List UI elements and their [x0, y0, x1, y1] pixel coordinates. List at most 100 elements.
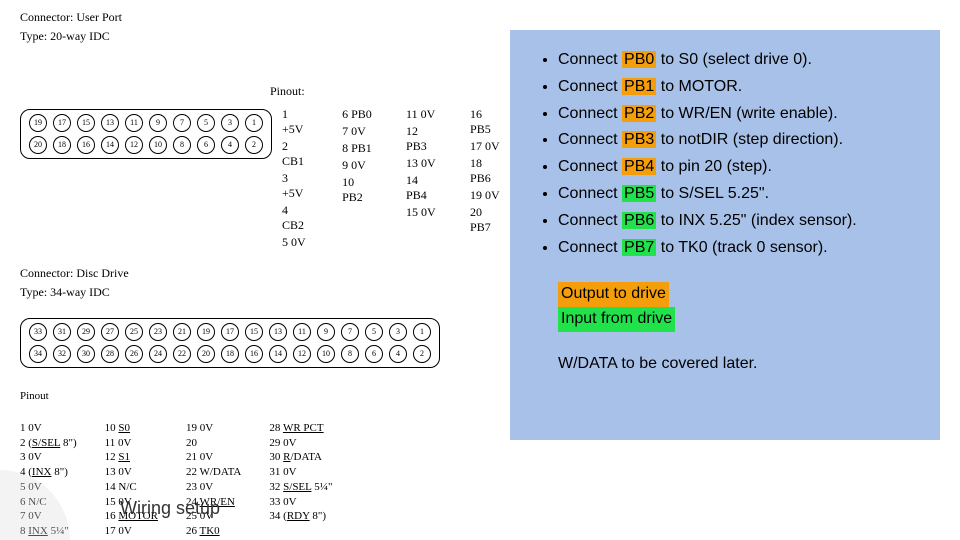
pin-entry: 9 0V [342, 158, 372, 173]
legend-output: Output to drive [558, 282, 669, 307]
user-port-connector: 191715131197531 2018161412108642 [20, 109, 272, 159]
pin-8: 8 [341, 345, 359, 363]
pin-7: 7 [173, 114, 191, 132]
pin-entry: 29 0V [269, 437, 332, 451]
pin-entry: 19 0V [470, 188, 500, 203]
pin-15: 15 [77, 114, 95, 132]
pin-entry: 32 S/SEL 5¼" [269, 481, 332, 495]
pin-entry: 21 0V [186, 451, 241, 465]
pin-12: 12 [293, 345, 311, 363]
pin-entry: 2 CB1 [282, 139, 308, 169]
pin-5: 5 [365, 323, 383, 341]
pin-col: 11 0V12 PB313 0V14 PB415 0V [406, 107, 436, 250]
pin-entry: 23 0V [186, 481, 241, 495]
legend-input: Input from drive [558, 307, 675, 332]
pin-3: 3 [221, 114, 239, 132]
pin-entry: 11 0V [105, 437, 158, 451]
pin-8: 8 [173, 136, 191, 154]
pin-entry: 30 R/DATA [269, 451, 332, 465]
pin-entry: 33 0V [269, 496, 332, 510]
pin-4: 4 [389, 345, 407, 363]
wiring-item: Connect PB3 to notDIR (step direction). [558, 128, 916, 153]
wiring-item: Connect PB0 to S0 (select drive 0). [558, 48, 916, 73]
pin-28: 28 [101, 345, 119, 363]
pin-entry: 8 PB1 [342, 141, 372, 156]
pin-17: 17 [221, 323, 239, 341]
pin-13: 13 [101, 114, 119, 132]
signal-highlight: PB0 [622, 51, 656, 68]
pin-2: 2 [413, 345, 431, 363]
wiring-list: Connect PB0 to S0 (select drive 0). Conne… [558, 48, 916, 260]
pin-14: 14 [269, 345, 287, 363]
pin-18: 18 [221, 345, 239, 363]
pin-entry: 34 (RDY 8") [269, 510, 332, 524]
pin-entry: 6 PB0 [342, 107, 372, 122]
pin-9: 9 [149, 114, 167, 132]
pin-entry: 16 PB5 [470, 107, 500, 137]
pin-entry: 1 0V [20, 422, 77, 436]
signal-highlight: PB6 [622, 212, 656, 229]
pin-entry: 18 PB6 [470, 156, 500, 186]
wiring-item: Connect PB6 to INX 5.25" (index sensor). [558, 209, 916, 234]
user-port-title-2: Type: 20-way IDC [20, 29, 500, 44]
wiring-item: Connect PB5 to S/SEL 5.25". [558, 182, 916, 207]
disc-drive-connector: 33312927252321191715131197531 3432302826… [20, 318, 440, 368]
pin-9: 9 [317, 323, 335, 341]
disc-drive-title-1: Connector: Disc Drive [20, 266, 500, 281]
note: W/DATA to be covered later. [558, 352, 916, 377]
pin-col: 6 PB07 0V8 PB19 0V10 PB2 [342, 107, 372, 250]
pin-entry: 20 [186, 437, 241, 451]
user-port-area: 191715131197531 2018161412108642 1 +5V2 … [20, 105, 500, 250]
pin-entry: 7 0V [342, 124, 372, 139]
pin-entry: 1 +5V [282, 107, 308, 137]
pin-entry: 28 WR PCT [269, 422, 332, 436]
legend: Output to drive Input from drive [558, 282, 916, 332]
pin-17: 17 [53, 114, 71, 132]
pin-19: 19 [197, 323, 215, 341]
pin-34: 34 [29, 345, 47, 363]
instructions-panel: Connect PB0 to S0 (select drive 0). Conne… [510, 30, 940, 440]
pin-entry: 2 (S/SEL 8") [20, 437, 77, 451]
pin-col: 28 WR PCT29 0V30 R/DATA31 0V32 S/SEL 5¼"… [269, 422, 332, 540]
pin-20: 20 [197, 345, 215, 363]
pin-entry: 10 S0 [105, 422, 158, 436]
pin-13: 13 [269, 323, 287, 341]
pin-12: 12 [125, 136, 143, 154]
pin-15: 15 [245, 323, 263, 341]
pin-entry: 17 0V [470, 139, 500, 154]
user-port-bottom-row: 2018161412108642 [29, 136, 263, 154]
signal-highlight: PB5 [622, 185, 656, 202]
diagram-panel: Connector: User Port Type: 20-way IDC Pi… [20, 10, 500, 540]
pin-entry: 11 0V [406, 107, 436, 122]
pin-entry: 12 PB3 [406, 124, 436, 154]
pin-entry: 14 PB4 [406, 173, 436, 203]
pin-7: 7 [341, 323, 359, 341]
pin-23: 23 [149, 323, 167, 341]
pin-1: 1 [413, 323, 431, 341]
pin-26: 26 [125, 345, 143, 363]
pin-11: 11 [293, 323, 311, 341]
pin-entry: 31 0V [269, 466, 332, 480]
pin-30: 30 [77, 345, 95, 363]
pin-14: 14 [101, 136, 119, 154]
signal-highlight: PB1 [622, 78, 656, 95]
pin-entry: 3 0V [20, 451, 77, 465]
pin-col: 16 PB517 0V18 PB619 0V20 PB7 [470, 107, 500, 250]
pin-col: 1 +5V2 CB13 +5V4 CB25 0V [282, 107, 308, 250]
pin-entry: 19 0V [186, 422, 241, 436]
disc-drive-title-2: Type: 34-way IDC [20, 285, 500, 300]
signal-highlight: PB2 [622, 105, 656, 122]
pin-11: 11 [125, 114, 143, 132]
pin-16: 16 [77, 136, 95, 154]
disc-drive-header: Connector: Disc Drive Type: 34-way IDC [20, 266, 500, 300]
pin-18: 18 [53, 136, 71, 154]
signal-highlight: PB3 [622, 131, 656, 148]
pin-col: 10 S011 0V12 S113 0V14 N/C15 0V16 MOTOR1… [105, 422, 158, 540]
user-port-pin-table: 1 +5V2 CB13 +5V4 CB25 0V 6 PB0 7 0V 8 PB1 9 … [282, 107, 500, 250]
wiring-item: Connect PB2 to WR/EN (write enable). [558, 102, 916, 127]
pin-entry: 22 W/DATA [186, 466, 241, 480]
pin-5: 5 [197, 114, 215, 132]
pin-16: 16 [245, 345, 263, 363]
pin-10: 10 [317, 345, 335, 363]
signal-highlight: PB7 [622, 239, 656, 256]
